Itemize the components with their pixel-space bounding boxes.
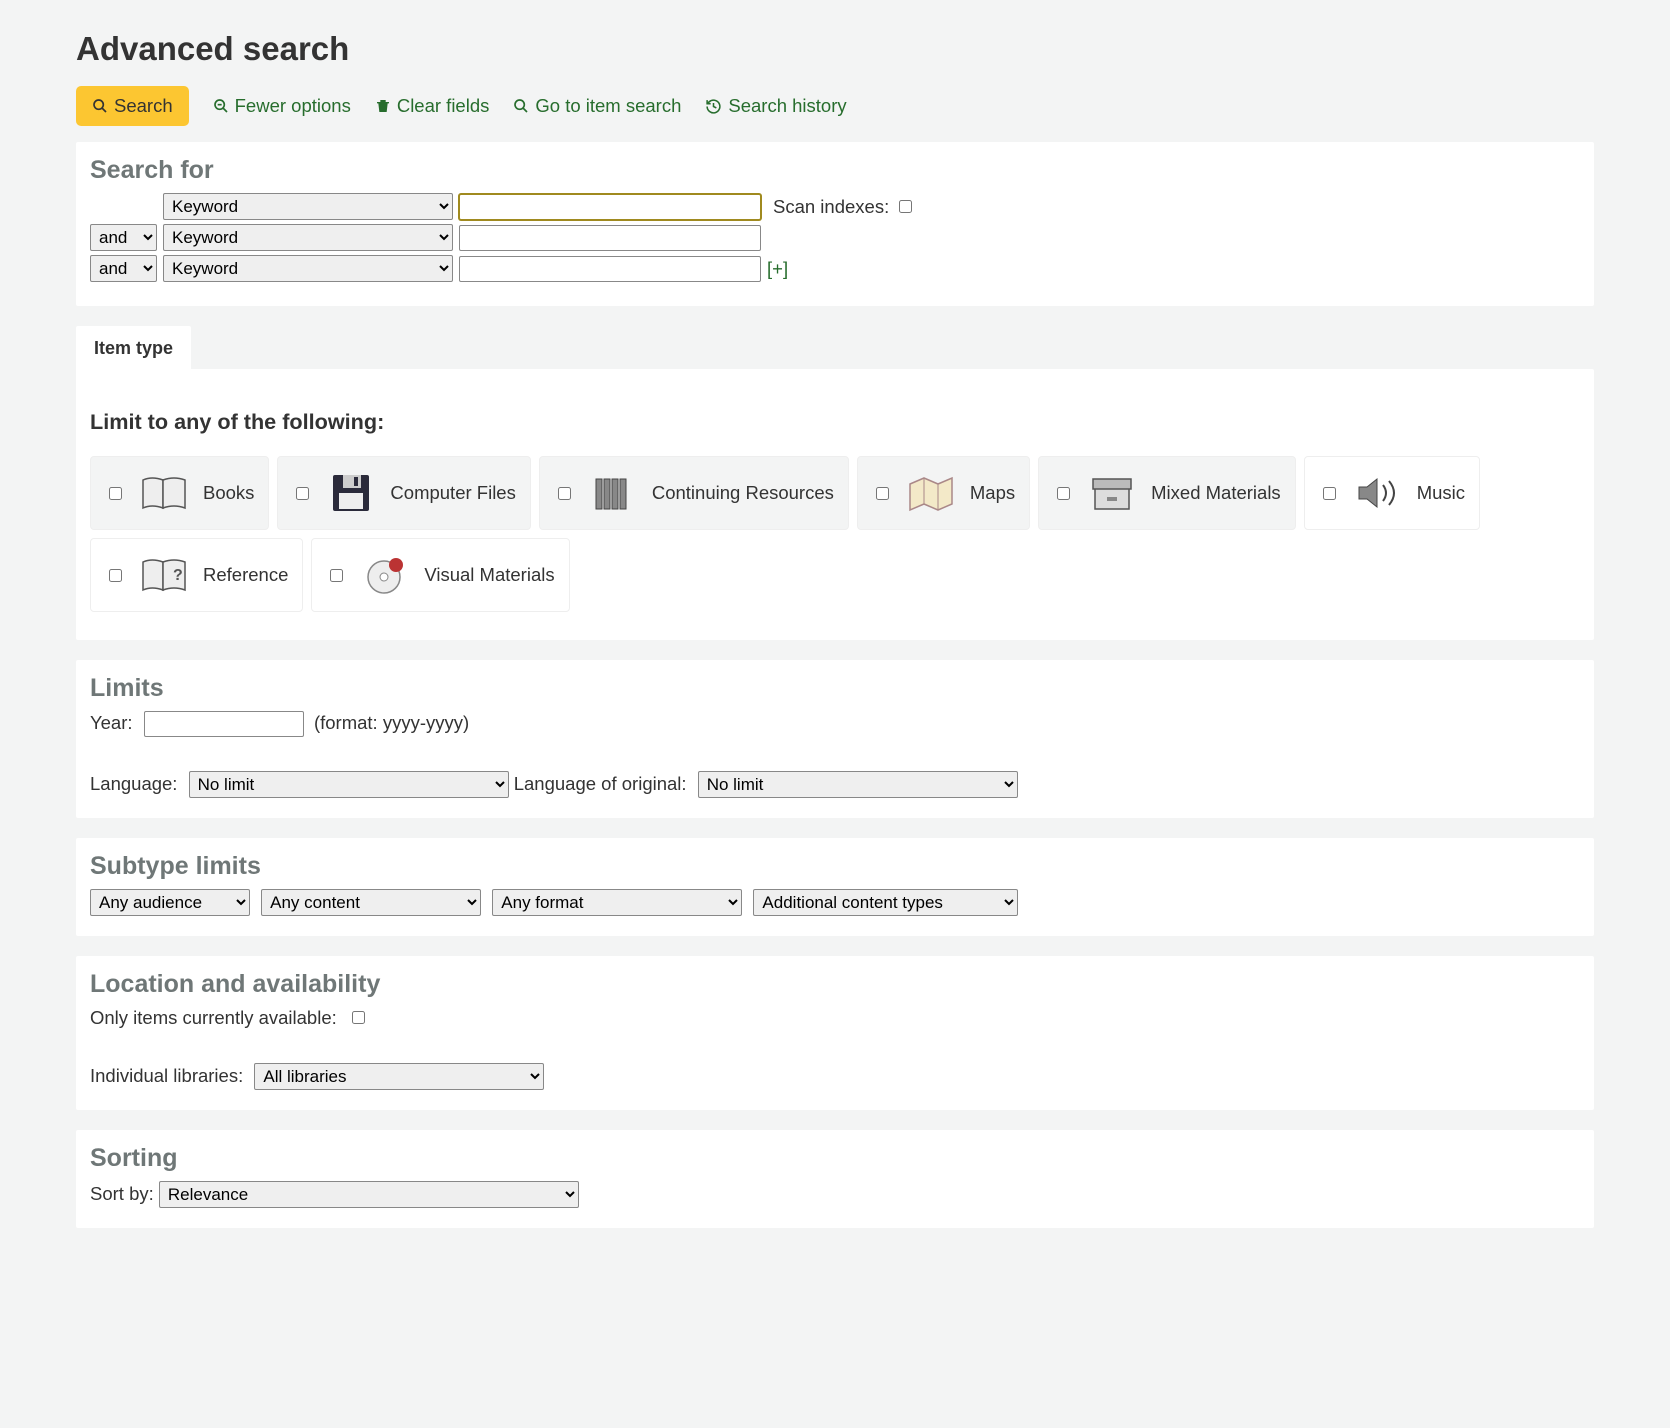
item-type-grid: Books Computer Files Continuing Resource… <box>90 456 1580 612</box>
search-history-label: Search history <box>728 95 846 117</box>
search-icon <box>513 98 529 114</box>
item-label: Computer Files <box>390 482 515 504</box>
scan-indexes-checkbox[interactable] <box>899 200 912 213</box>
search-row-1: Keyword Scan indexes: <box>90 193 1580 220</box>
add-row-link[interactable]: [+] <box>767 258 788 280</box>
item-type-continuing-resources[interactable]: Continuing Resources <box>539 456 849 530</box>
item-label: Continuing Resources <box>652 482 834 504</box>
bool-select-3[interactable]: and <box>90 255 157 282</box>
go-to-item-search-label: Go to item search <box>535 95 681 117</box>
year-hint: (format: yyyy-yyyy) <box>314 712 469 733</box>
item-label: Mixed Materials <box>1151 482 1281 504</box>
item-type-continuing-resources-checkbox[interactable] <box>558 487 571 500</box>
map-icon <box>904 471 958 515</box>
floppy-icon <box>324 471 378 515</box>
item-type-reference[interactable]: ? Reference <box>90 538 303 612</box>
format-select[interactable]: Any format <box>492 889 742 916</box>
disc-icon <box>358 553 412 597</box>
item-label: Music <box>1417 482 1465 504</box>
item-type-maps-checkbox[interactable] <box>876 487 889 500</box>
year-label: Year: <box>90 712 133 733</box>
item-label: Visual Materials <box>424 564 554 586</box>
only-available-label: Only items currently available: <box>90 1007 337 1028</box>
term-input-3[interactable] <box>459 256 761 282</box>
item-label: Maps <box>970 482 1015 504</box>
individual-libraries-select[interactable]: All libraries <box>254 1063 544 1090</box>
search-button[interactable]: Search <box>76 86 189 126</box>
content-select[interactable]: Any content <box>261 889 481 916</box>
search-button-label: Search <box>114 95 173 117</box>
search-icon <box>92 98 108 114</box>
limits-heading: Limits <box>90 674 1580 703</box>
sort-by-label: Sort by: <box>90 1183 154 1204</box>
subtype-panel: Subtype limits Any audience Any content … <box>76 838 1594 936</box>
item-type-books-checkbox[interactable] <box>109 487 122 500</box>
zoom-out-icon <box>213 98 229 114</box>
subtype-heading: Subtype limits <box>90 852 1580 881</box>
audience-select[interactable]: Any audience <box>90 889 250 916</box>
search-for-heading: Search for <box>90 156 1580 185</box>
only-available-checkbox[interactable] <box>352 1011 365 1024</box>
reference-icon: ? <box>137 553 191 597</box>
field-select-2[interactable]: Keyword <box>163 224 453 251</box>
location-heading: Location and availability <box>90 970 1580 999</box>
item-type-maps[interactable]: Maps <box>857 456 1030 530</box>
item-type-mixed-materials-checkbox[interactable] <box>1057 487 1070 500</box>
item-type-reference-checkbox[interactable] <box>109 569 122 582</box>
svg-text:?: ? <box>173 567 183 584</box>
search-for-panel: Search for Keyword Scan indexes: and Key… <box>76 142 1594 306</box>
speaker-icon <box>1351 471 1405 515</box>
year-input[interactable] <box>144 711 304 737</box>
book-icon <box>137 471 191 515</box>
go-to-item-search-link[interactable]: Go to item search <box>513 95 681 117</box>
item-type-music-checkbox[interactable] <box>1323 487 1336 500</box>
term-input-1[interactable] <box>459 194 761 220</box>
toolbar: Search Fewer options Clear fields Go to … <box>76 86 1594 126</box>
item-type-visual-materials[interactable]: Visual Materials <box>311 538 569 612</box>
item-label: Reference <box>203 564 288 586</box>
individual-libraries-label: Individual libraries: <box>90 1065 243 1086</box>
fewer-options-label: Fewer options <box>235 95 351 117</box>
sort-by-select[interactable]: Relevance <box>159 1181 579 1208</box>
item-type-computer-files-checkbox[interactable] <box>296 487 309 500</box>
item-type-visual-materials-checkbox[interactable] <box>330 569 343 582</box>
search-row-2: and Keyword <box>90 224 1580 251</box>
item-label: Books <box>203 482 254 504</box>
serials-icon <box>586 471 640 515</box>
clear-fields-label: Clear fields <box>397 95 490 117</box>
item-type-music[interactable]: Music <box>1304 456 1480 530</box>
limits-panel: Limits Year: (format: yyyy-yyyy) Languag… <box>76 660 1594 818</box>
item-type-heading: Limit to any of the following: <box>90 409 1580 435</box>
box-icon <box>1085 471 1139 515</box>
language-original-select[interactable]: No limit <box>698 771 1018 798</box>
term-input-2[interactable] <box>459 225 761 251</box>
search-history-link[interactable]: Search history <box>705 95 846 117</box>
field-select-3[interactable]: Keyword <box>163 255 453 282</box>
item-type-section: Item type Limit to any of the following:… <box>76 326 1594 640</box>
location-panel: Location and availability Only items cur… <box>76 956 1594 1110</box>
additional-content-select[interactable]: Additional content types <box>753 889 1018 916</box>
language-original-label: Language of original: <box>514 773 687 794</box>
clear-fields-link[interactable]: Clear fields <box>375 95 490 117</box>
item-type-mixed-materials[interactable]: Mixed Materials <box>1038 456 1296 530</box>
search-row-3: and Keyword [+] <box>90 255 1580 282</box>
sorting-panel: Sorting Sort by: Relevance <box>76 1130 1594 1228</box>
field-select-1[interactable]: Keyword <box>163 193 453 220</box>
page-title: Advanced search <box>76 30 1594 68</box>
trash-icon <box>375 98 391 114</box>
history-icon <box>705 98 722 115</box>
bool-select-2[interactable]: and <box>90 224 157 251</box>
item-type-computer-files[interactable]: Computer Files <box>277 456 530 530</box>
language-label: Language: <box>90 773 177 794</box>
item-type-books[interactable]: Books <box>90 456 269 530</box>
tab-item-type[interactable]: Item type <box>76 326 191 369</box>
language-select[interactable]: No limit <box>189 771 509 798</box>
fewer-options-link[interactable]: Fewer options <box>213 95 351 117</box>
scan-indexes-label: Scan indexes: <box>773 196 889 218</box>
sorting-heading: Sorting <box>90 1144 1580 1173</box>
